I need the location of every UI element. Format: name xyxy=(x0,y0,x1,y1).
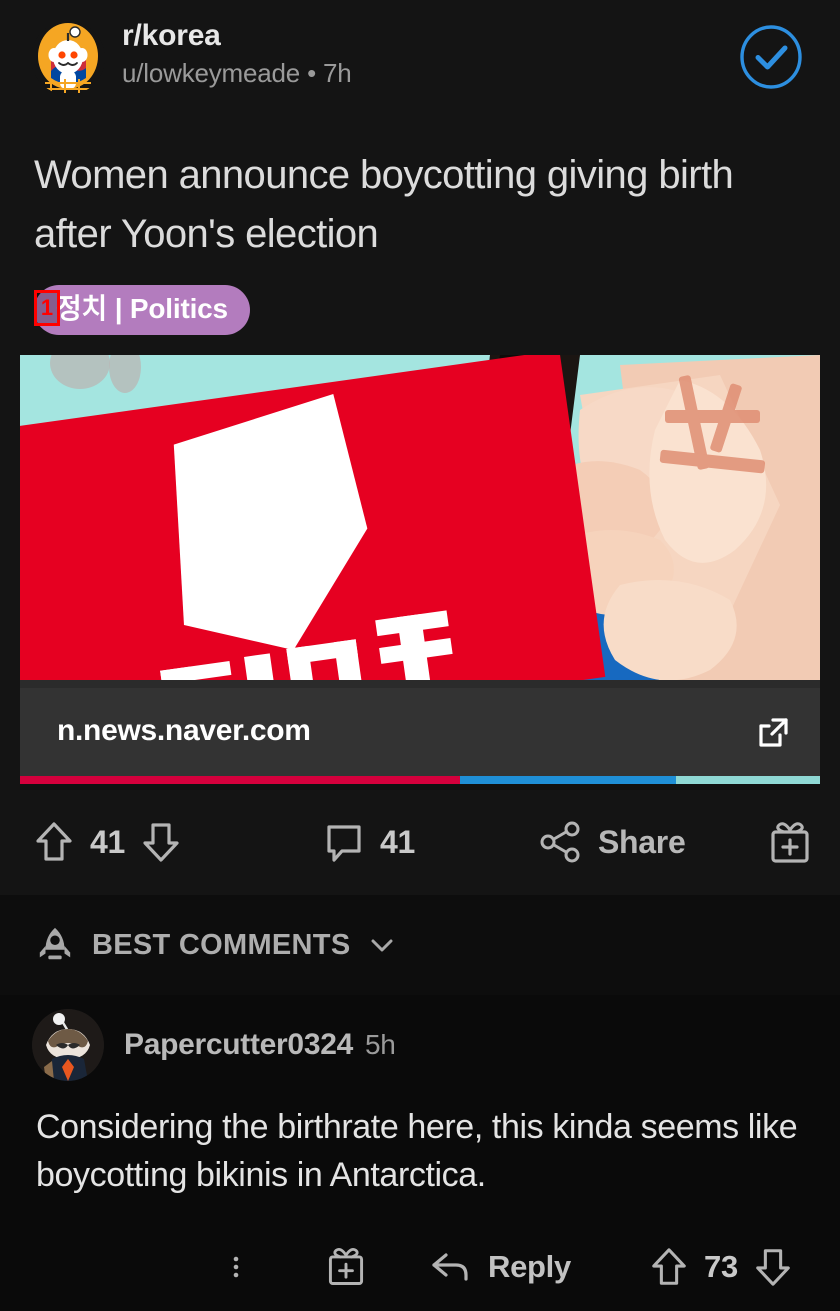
chevron-down-icon[interactable] xyxy=(368,931,396,959)
post-comment-count: 41 xyxy=(380,823,415,860)
award-gift-icon[interactable] xyxy=(766,819,814,867)
post-flair[interactable]: 정치 | Politics xyxy=(34,285,250,335)
post-action-bar: 41 41 Share xyxy=(0,805,840,895)
comment-reply-label: Reply xyxy=(488,1249,571,1284)
link-domain[interactable]: n.news.naver.com xyxy=(57,714,311,748)
comment-more-button[interactable] xyxy=(228,1245,244,1289)
reply-arrow-icon[interactable] xyxy=(428,1245,474,1289)
post-card: r/korea u/lowkeymeade • 7h Women announc… xyxy=(0,0,840,895)
share-button[interactable]: Share xyxy=(538,819,686,865)
next-media-strip xyxy=(20,776,820,784)
share-icon[interactable] xyxy=(538,819,584,865)
award-button[interactable] xyxy=(766,819,814,867)
comment-item: Papercutter0324 5h Considering the birth… xyxy=(0,995,840,1311)
strip-segment-red xyxy=(20,776,460,784)
comment-score: 73 xyxy=(704,1249,738,1284)
link-preview-bar[interactable]: n.news.naver.com xyxy=(20,688,820,776)
upvote-arrow-icon[interactable] xyxy=(648,1245,690,1289)
post-comments-button[interactable]: 41 xyxy=(322,819,415,865)
post-vote-group: 41 xyxy=(32,819,183,865)
post-media[interactable]: n.news.naver.com xyxy=(20,355,820,790)
downvote-arrow-icon[interactable] xyxy=(752,1245,794,1289)
subreddit-name[interactable]: r/korea xyxy=(122,18,352,54)
overflow-dots-icon[interactable] xyxy=(228,1245,244,1289)
post-flair-row: 정치 | Politics 1 xyxy=(34,285,250,335)
annotation-marker-1: 1 xyxy=(34,290,60,326)
comment-timestamp: 5h xyxy=(364,1029,396,1060)
strip-segment-blue xyxy=(460,776,676,784)
user-avatar-snoo-icon[interactable] xyxy=(32,1009,104,1081)
comment-vote-group: 73 xyxy=(648,1245,794,1289)
comments-sort-inner: BEST COMMENTS xyxy=(36,924,396,966)
comment-header: Papercutter0324 5h xyxy=(32,1009,396,1081)
comment-action-bar: Reply 73 xyxy=(0,1235,840,1311)
post-score: 41 xyxy=(90,823,125,860)
comment-award-button[interactable] xyxy=(324,1245,368,1289)
share-label: Share xyxy=(598,823,686,860)
upvote-arrow-icon[interactable] xyxy=(32,819,76,865)
external-link-icon[interactable] xyxy=(756,715,790,749)
rocket-icon xyxy=(36,924,74,966)
subreddit-avatar-snoo-korea-icon[interactable] xyxy=(31,21,105,95)
post-image[interactable] xyxy=(20,355,820,688)
downvote-arrow-icon[interactable] xyxy=(139,819,183,865)
strip-segment-teal xyxy=(676,776,820,784)
comment-body: Considering the birthrate here, this kin… xyxy=(36,1108,798,1194)
post-header-text: r/korea u/lowkeymeade • 7h xyxy=(122,18,352,90)
comments-sort-label: BEST COMMENTS xyxy=(92,928,351,961)
comment-author[interactable]: Papercutter0324 xyxy=(124,1028,353,1062)
post-header: r/korea u/lowkeymeade • 7h xyxy=(0,8,840,100)
comment-bubble-icon[interactable] xyxy=(322,819,366,865)
check-circle-icon[interactable] xyxy=(738,24,804,90)
award-gift-icon[interactable] xyxy=(324,1245,368,1289)
post-author-and-time[interactable]: u/lowkeymeade • 7h xyxy=(122,56,352,90)
post-title[interactable]: Women announce boycotting giving birth a… xyxy=(34,146,794,264)
reddit-post-screen: r/korea u/lowkeymeade • 7h Women announc… xyxy=(0,0,840,1311)
comments-sort-bar[interactable]: BEST COMMENTS xyxy=(0,895,840,995)
comment-reply-button[interactable]: Reply xyxy=(428,1245,571,1289)
